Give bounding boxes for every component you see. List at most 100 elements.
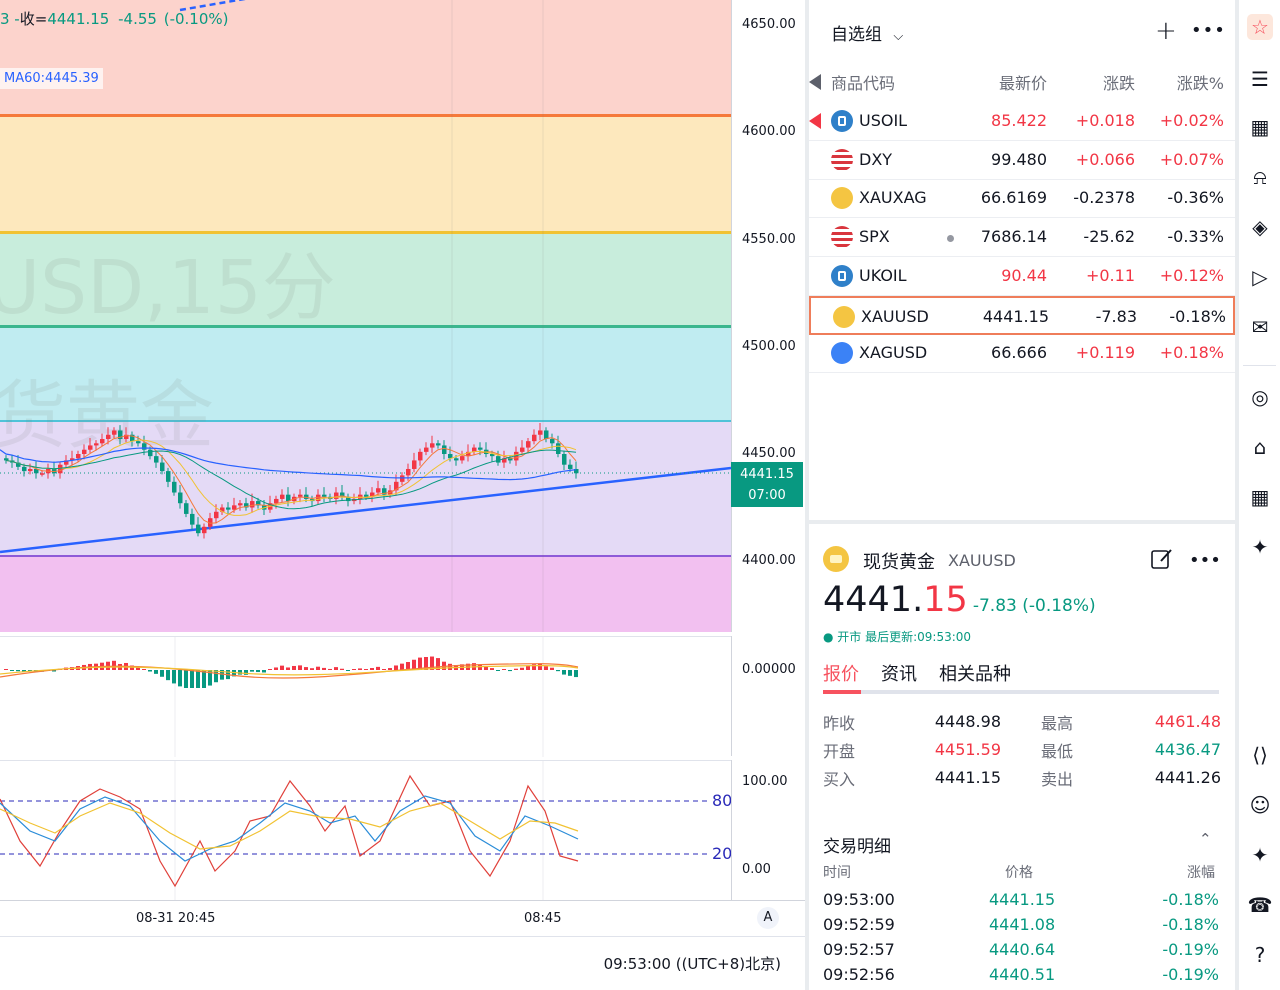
row-change: -25.62 <box>1083 227 1135 247</box>
watchlist-row[interactable]: SPX 7686.14 -25.62 -0.33% <box>809 218 1235 258</box>
legend-change-pct: (-0.10%) <box>163 10 229 28</box>
kdj-axis[interactable]: 100.00 0.00 <box>731 760 805 900</box>
candle-body <box>190 513 195 525</box>
watchlist-icon[interactable]: ☆ <box>1247 14 1273 40</box>
more-options-icon[interactable]: ••• <box>1191 20 1226 41</box>
tabs-track <box>823 690 1219 694</box>
chat-icon[interactable]: ✉ <box>1247 314 1273 340</box>
row-symbol: SPX <box>859 227 890 247</box>
price-pane[interactable]: USD,15分 货黄金 3 -收=4441.15 -4.55 (-0.10%) … <box>0 0 731 632</box>
detail-name: 现货黄金 <box>863 552 935 573</box>
macd-bar <box>310 668 314 670</box>
market-status: ● 开市 最后更新:09:53:00 <box>823 630 972 644</box>
macd-bar <box>322 667 326 670</box>
support-icon[interactable]: ☎ <box>1247 892 1273 918</box>
candle-body <box>106 434 111 440</box>
row-change-pct: -0.18% <box>1169 306 1226 326</box>
macd-pane[interactable] <box>0 636 731 757</box>
gold-silver-icon <box>831 187 853 210</box>
trade-time: 09:53:00 <box>823 890 895 909</box>
tab-related[interactable]: 相关品种 <box>939 660 1011 686</box>
calendar-icon[interactable]: ▦ <box>1247 114 1273 140</box>
stat-value: 4441.26 <box>1154 768 1221 787</box>
watchlist-row[interactable]: USOIL 85.422 +0.018 +0.02% <box>809 102 1235 141</box>
candle-body <box>214 511 219 519</box>
trade-time: 09:52:56 <box>823 965 895 984</box>
auto-scale-button[interactable]: A <box>757 907 779 929</box>
candle-body <box>154 456 159 463</box>
row-symbol: USOIL <box>859 111 908 130</box>
col-header-change[interactable]: 涨跌 <box>1059 70 1135 94</box>
robot-icon[interactable]: ☺ <box>1247 792 1273 818</box>
chevron-down-icon: ⌵ <box>893 29 904 44</box>
edit-icon[interactable] <box>1149 546 1175 572</box>
target-icon[interactable]: ◎ <box>1247 384 1273 410</box>
watchlist-row[interactable]: XAUXAG 66.6169 -0.2378 -0.36% <box>809 179 1235 219</box>
candlestick-chart[interactable] <box>0 0 731 632</box>
candle-body <box>184 503 189 514</box>
watchlist-title[interactable]: 自选组 ⌵ <box>831 20 903 45</box>
kdj-k-line <box>0 795 579 862</box>
row-last: 90.44 <box>1001 265 1047 285</box>
legend-prefix: 3 - <box>0 10 20 28</box>
price-tick: 4650.00 <box>742 17 796 32</box>
watchlist-row[interactable]: XAGUSD 66.666 +0.119 +0.18% <box>809 334 1235 374</box>
stat-value: 4448.98 <box>934 712 1001 731</box>
ma60-legend[interactable]: MA60:4445.39 <box>0 68 103 89</box>
price-axis[interactable]: 4650.00 4600.00 4550.00 4500.00 4450.00 … <box>731 0 805 632</box>
macd-bar <box>166 670 170 681</box>
col-header-symbol[interactable]: 商品代码 <box>831 70 895 94</box>
candle-body <box>460 456 465 461</box>
chart-area[interactable]: USD,15分 货黄金 3 -收=4441.15 -4.55 (-0.10%) … <box>0 0 805 990</box>
macd-bar <box>274 667 278 670</box>
trades-header-price: 价格 <box>1005 865 1033 881</box>
row-change: +0.119 <box>1075 343 1135 363</box>
add-symbol-icon[interactable]: + <box>1155 16 1177 46</box>
gold-icon <box>823 546 849 572</box>
alert-icon[interactable]: ⍾ <box>1247 164 1273 190</box>
macd-bar <box>400 663 404 670</box>
ma10-line <box>5 439 577 516</box>
help-icon[interactable]: ? <box>1247 942 1273 968</box>
macd-bar <box>292 665 296 670</box>
handshake-icon[interactable]: ✦ <box>1247 842 1273 868</box>
row-symbol: UKOIL <box>859 265 907 285</box>
candle-body <box>142 443 147 450</box>
row-symbol: DXY <box>859 149 893 169</box>
trade-time: 09:52:57 <box>823 940 895 959</box>
candle-body <box>520 447 525 452</box>
watchlist-row[interactable]: XAUUSD 4441.15 -7.83 -0.18% <box>809 295 1235 335</box>
candle-body <box>430 443 435 448</box>
row-change-pct: +0.02% <box>1159 111 1224 130</box>
candle-body <box>100 439 105 444</box>
col-header-change-pct[interactable]: 涨跌% <box>1149 70 1224 94</box>
video-icon[interactable]: ▷ <box>1247 264 1273 290</box>
tab-news[interactable]: 资讯 <box>881 660 917 686</box>
bar-countdown: 07:00 <box>748 488 786 503</box>
kdj-tick: 0.00 <box>742 862 771 877</box>
red-flag-icon[interactable] <box>809 113 821 129</box>
kdj-pane[interactable]: 80 20 <box>0 760 733 901</box>
layers-icon[interactable]: ◈ <box>1247 214 1273 240</box>
watchlist-row[interactable]: UKOIL 90.44 +0.11 +0.12% <box>809 257 1235 296</box>
oil-icon <box>831 110 853 132</box>
candle-body <box>58 464 63 474</box>
us-flag-icon <box>831 226 853 249</box>
kdj-level-80: 80 <box>712 791 733 810</box>
detail-more-icon[interactable]: ••• <box>1189 550 1221 571</box>
time-axis[interactable]: 08-31 20:45 08:45 <box>0 900 805 936</box>
timezone-clock[interactable]: 09:53:00 ((UTC+8)北京) <box>604 953 781 974</box>
code-icon[interactable]: ⟨⟩ <box>1247 742 1273 768</box>
network-icon[interactable]: ✦ <box>1247 534 1273 560</box>
col-header-last[interactable]: 最新价 <box>969 70 1047 94</box>
chevron-up-icon[interactable]: ⌃ <box>1199 830 1212 848</box>
oil-icon <box>831 264 853 287</box>
education-icon[interactable]: ⌂ <box>1247 434 1273 460</box>
news-icon[interactable]: ☰ <box>1247 66 1273 92</box>
grid-icon[interactable]: ▦ <box>1247 484 1273 510</box>
watchlist-row[interactable]: DXY 99.480 +0.066 +0.07% <box>809 141 1235 180</box>
last-price-value: 4441.15 <box>740 467 794 482</box>
macd-axis[interactable]: 0.00000 <box>731 636 805 756</box>
tab-quote[interactable]: 报价 <box>823 660 859 686</box>
macd-bar <box>508 670 512 672</box>
